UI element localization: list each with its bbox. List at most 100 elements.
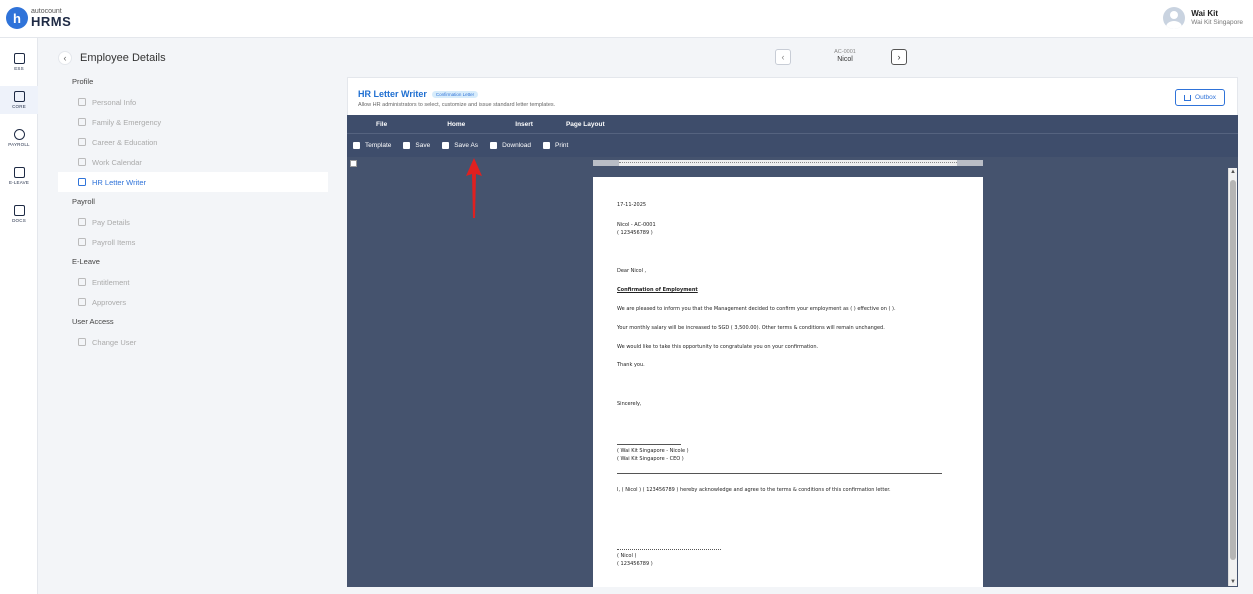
- print-icon: [542, 142, 550, 149]
- logo-mark: h: [6, 7, 28, 29]
- letter-signer-1: ( Wai Kit Singapore - Nicole ): [617, 448, 689, 454]
- scroll-down-icon[interactable]: ▼: [1230, 579, 1236, 585]
- download-icon: [490, 142, 498, 149]
- letter-paragraph-3: We would like to take this opportunity t…: [617, 344, 819, 350]
- nav-item-work-calendar[interactable]: Work Calendar: [58, 152, 328, 172]
- rail-item-eleave[interactable]: E-LEAVE: [0, 162, 38, 190]
- save-as-icon: [442, 142, 450, 149]
- signature-line: [617, 444, 681, 445]
- letter-ack-name: ( Nicol ): [617, 553, 637, 559]
- page-title: Employee Details: [80, 52, 166, 64]
- tab-home[interactable]: Home: [447, 121, 465, 128]
- employee-details-header: ‹ Employee Details: [58, 51, 166, 65]
- annotation-arrow-icon: [466, 158, 482, 218]
- letter-icon: [78, 178, 86, 186]
- payroll-icon: [13, 129, 25, 140]
- letter-closing: Sincerely,: [617, 401, 642, 407]
- employee-name: Nicol: [837, 55, 853, 63]
- vertical-scrollbar[interactable]: ▲ ▼: [1228, 168, 1237, 586]
- docs-icon: [13, 205, 25, 216]
- tab-file[interactable]: File: [376, 121, 387, 128]
- top-bar: h autocount HRMS Wai Kit Wai Kit Singapo…: [0, 0, 1253, 38]
- letter-paragraph-1: We are pleased to inform you that the Ma…: [617, 306, 896, 312]
- back-button[interactable]: ‹: [58, 51, 72, 65]
- rail-label: PAYROLL: [8, 142, 30, 147]
- rail-item-core[interactable]: CORE: [0, 86, 38, 114]
- panel-subtitle: Allow HR administrators to select, custo…: [358, 102, 556, 108]
- next-employee-button[interactable]: ›: [891, 49, 907, 65]
- logo-big-text: HRMS: [31, 14, 72, 29]
- graduation-icon: [78, 138, 86, 146]
- tab-page-layout[interactable]: Page Layout: [566, 121, 605, 128]
- user-org: Wai Kit Singapore: [1191, 18, 1243, 26]
- letter-page[interactable]: 17-11-2025 Nicol - AC-0001 ( 123456789 )…: [593, 177, 983, 587]
- template-badge: Confirmation Letter: [431, 90, 479, 98]
- letter-ack-id: ( 123456789 ): [617, 561, 653, 567]
- scroll-thumb[interactable]: [1230, 180, 1236, 560]
- nav-section-payroll: Payroll: [72, 197, 95, 206]
- nav-item-hr-letter-writer[interactable]: HR Letter Writer: [58, 172, 328, 192]
- nav-item-payroll-items[interactable]: Payroll Items: [58, 232, 328, 252]
- hr-letter-writer-panel: HR Letter Writer Confirmation Letter All…: [347, 77, 1238, 115]
- outbox-button[interactable]: Outbox: [1175, 89, 1225, 106]
- money-icon: [78, 218, 86, 226]
- horizontal-ruler[interactable]: [593, 160, 983, 166]
- calendar-icon: [78, 158, 86, 166]
- nav-item-pay-details[interactable]: Pay Details: [58, 212, 328, 232]
- family-icon: [78, 118, 86, 126]
- save-as-button[interactable]: Save As: [442, 142, 478, 149]
- avatar: [1163, 7, 1186, 29]
- template-button[interactable]: Template: [353, 142, 391, 149]
- nav-item-change-user[interactable]: Change User: [58, 332, 328, 352]
- rail-item-ess[interactable]: ESS: [0, 48, 38, 76]
- rail-label: DOCS: [12, 218, 26, 223]
- nav-item-entitlement[interactable]: Entitlement: [58, 272, 328, 292]
- nav-section-eleave: E-Leave: [72, 257, 100, 266]
- letter-paragraph-4: Thank you.: [617, 362, 645, 368]
- previous-employee-button[interactable]: ‹: [775, 49, 791, 65]
- nav-section-profile: Profile: [72, 77, 94, 86]
- panel-title: HR Letter Writer: [358, 89, 427, 99]
- download-button[interactable]: Download: [490, 142, 531, 149]
- letter-acknowledgement: I, ( Nicol ) ( 123456789 ) hereby acknow…: [617, 487, 891, 493]
- employee-code: AC-0001: [834, 49, 856, 55]
- letter-greeting: Dear Nicol ,: [617, 268, 647, 274]
- tab-insert[interactable]: Insert: [515, 121, 533, 128]
- user-icon: [78, 298, 86, 306]
- save-icon: [403, 142, 411, 149]
- ribbon-tabs: File Home Insert Page Layout: [347, 115, 1238, 133]
- outbox-icon: [1184, 94, 1192, 101]
- letter-date: 17-11-2025: [617, 202, 647, 208]
- user-icon: [78, 338, 86, 346]
- user-menu[interactable]: Wai Kit Wai Kit Singapore: [1163, 7, 1243, 29]
- rail-item-payroll[interactable]: PAYROLL: [0, 124, 38, 152]
- app-logo[interactable]: h autocount HRMS: [6, 7, 71, 29]
- template-icon: [353, 142, 360, 149]
- employee-nav: Profile Personal Info Family & Emergency…: [58, 72, 328, 352]
- nav-item-personal-info[interactable]: Personal Info: [58, 92, 328, 112]
- letter-signer-2: ( Wai Kit Singapore - CEO ): [617, 456, 684, 462]
- core-icon: [13, 91, 25, 102]
- letter-heading: Confirmation of Employment: [617, 287, 698, 293]
- calendar-icon: [78, 278, 86, 286]
- nav-item-family[interactable]: Family & Emergency: [58, 112, 328, 132]
- user-name: Wai Kit: [1191, 9, 1219, 19]
- letter-paragraph-2: Your monthly salary will be increased to…: [617, 325, 885, 331]
- letter-employee-line: Nicol - AC-0001: [617, 222, 656, 228]
- list-icon: [78, 238, 86, 246]
- nav-section-user-access: User Access: [72, 317, 114, 326]
- save-button[interactable]: Save: [403, 142, 430, 149]
- scroll-up-icon[interactable]: ▲: [1230, 169, 1236, 175]
- rail-label: CORE: [12, 104, 26, 109]
- document-editor[interactable]: 17-11-2025 Nicol - AC-0001 ( 123456789 )…: [347, 157, 1238, 587]
- rail-label: E-LEAVE: [8, 180, 30, 185]
- nav-item-approvers[interactable]: Approvers: [58, 292, 328, 312]
- nav-item-career[interactable]: Career & Education: [58, 132, 328, 152]
- ruler-tab-selector[interactable]: [350, 160, 357, 167]
- divider-line: [617, 473, 942, 474]
- rail-item-docs[interactable]: DOCS: [0, 200, 38, 228]
- print-button[interactable]: Print: [542, 142, 568, 149]
- ribbon-toolbar: Template Save Save As Download Print: [347, 133, 1238, 157]
- calendar-icon: [13, 167, 25, 178]
- module-rail: ESS CORE PAYROLL E-LEAVE DOCS: [0, 38, 38, 594]
